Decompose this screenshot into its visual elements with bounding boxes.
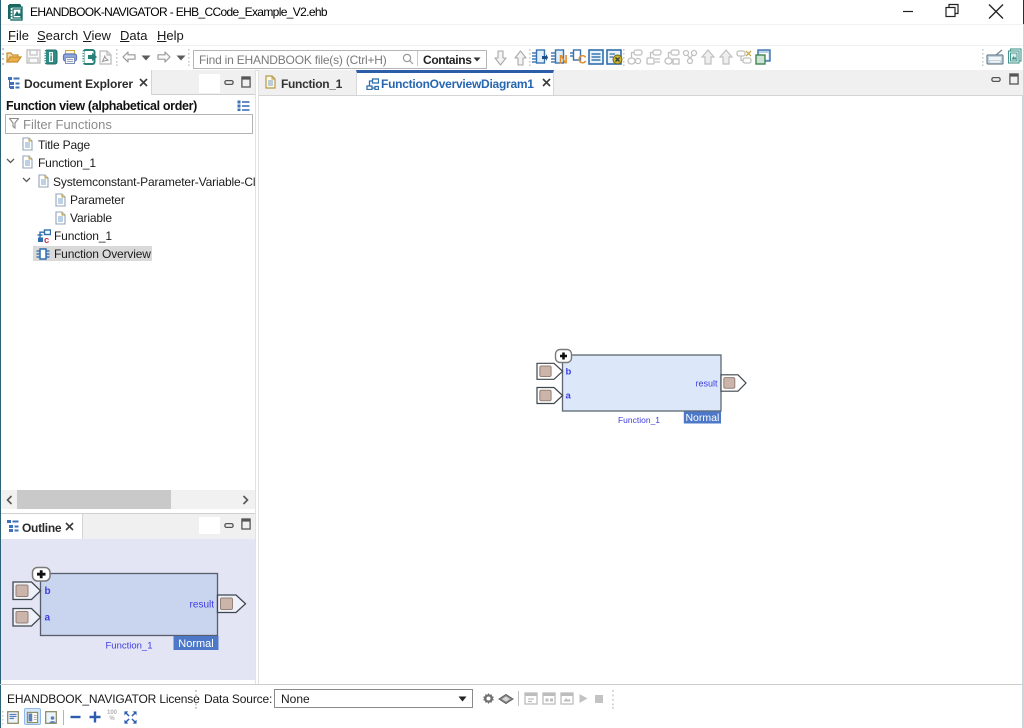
svg-text:b: b: [566, 367, 572, 378]
svg-text:a: a: [566, 391, 572, 402]
svg-text:c: c: [44, 235, 49, 243]
svg-text:Function_1: Function_1: [105, 641, 152, 652]
svg-text:result: result: [190, 600, 215, 611]
svg-text:a: a: [45, 613, 51, 624]
svg-text:result: result: [695, 379, 718, 389]
svg-text:Normal: Normal: [178, 638, 213, 650]
svg-text:Normal: Normal: [685, 412, 719, 424]
svg-text:b: b: [45, 586, 51, 597]
svg-text:N: N: [559, 53, 568, 66]
svg-text:C: C: [578, 53, 587, 66]
svg-text:Function_1: Function_1: [618, 415, 660, 425]
